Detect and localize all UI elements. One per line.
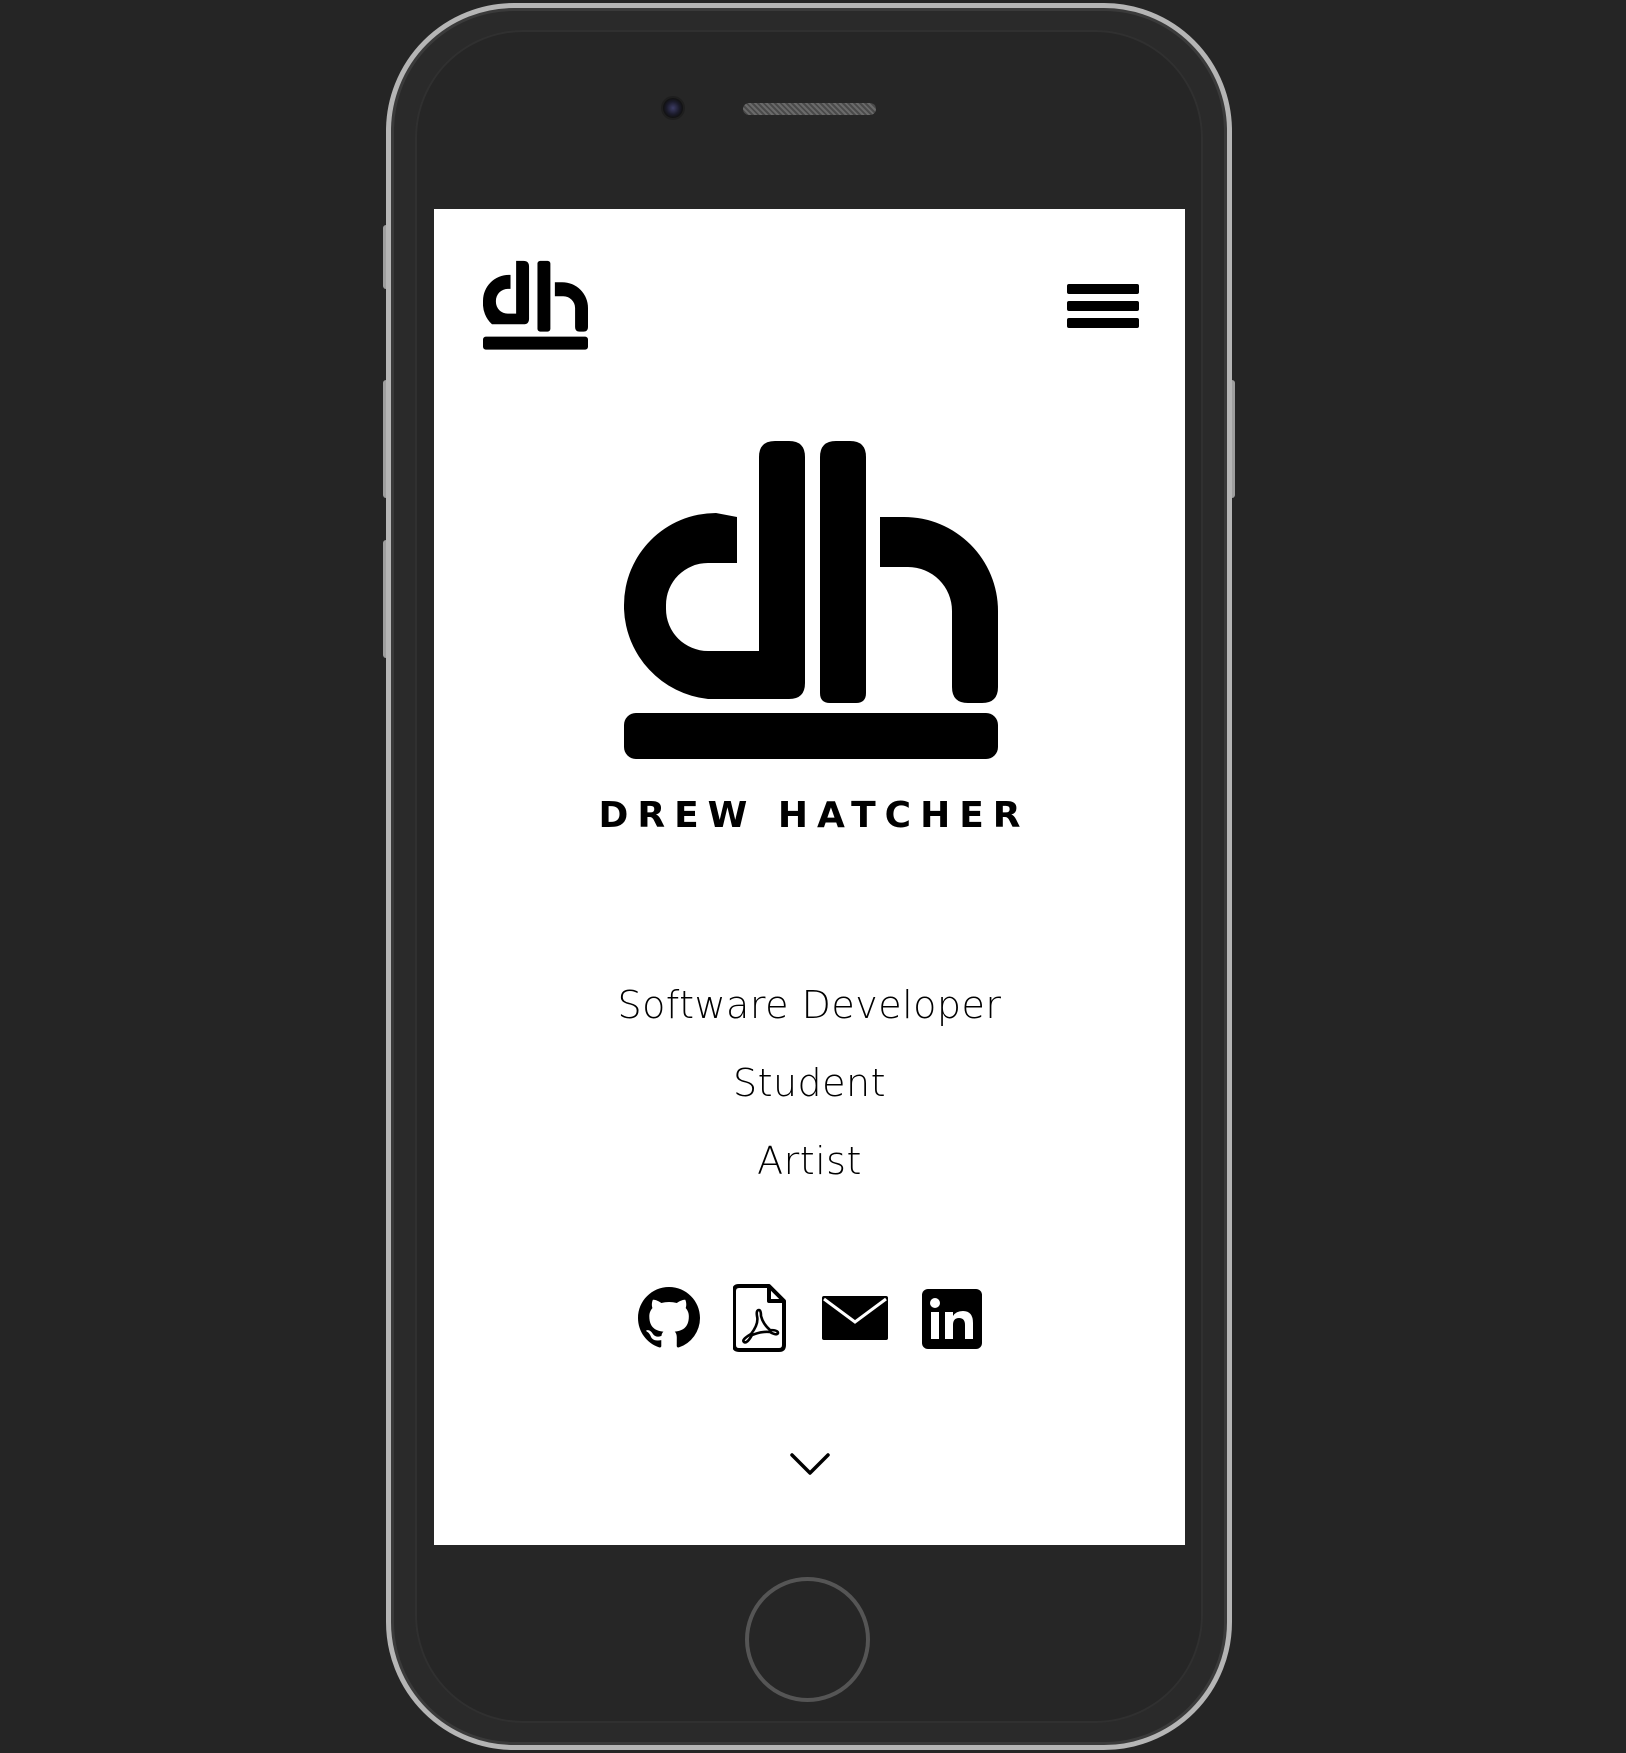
- linkedin-icon[interactable]: [922, 1289, 982, 1349]
- role-item: Artist: [757, 1139, 862, 1183]
- menu-bar: [1067, 284, 1139, 294]
- roles-list: Software Developer Student Artist: [434, 966, 1185, 1200]
- menu-bar: [1067, 318, 1139, 328]
- hamburger-menu-icon[interactable]: [1067, 284, 1139, 332]
- chevron-down-icon[interactable]: [790, 1452, 830, 1476]
- page-background: DREW HATCHER Software Developer Student …: [0, 0, 1626, 1753]
- dh-logo-icon[interactable]: [483, 260, 588, 351]
- github-icon[interactable]: [638, 1287, 700, 1349]
- role-item: Student: [732, 1061, 887, 1105]
- brand-name: DREW HATCHER: [598, 795, 1030, 836]
- home-button[interactable]: [745, 1577, 870, 1702]
- dh-logo-icon: [624, 441, 998, 759]
- role-item: Software Developer: [617, 983, 1002, 1027]
- earpiece-speaker: [743, 103, 876, 115]
- social-links: [434, 1275, 1185, 1352]
- menu-bar: [1067, 301, 1139, 311]
- pdf-resume-icon[interactable]: [733, 1283, 787, 1353]
- phone-screen: DREW HATCHER Software Developer Student …: [434, 209, 1185, 1545]
- front-camera: [663, 98, 683, 118]
- email-icon[interactable]: [822, 1296, 888, 1340]
